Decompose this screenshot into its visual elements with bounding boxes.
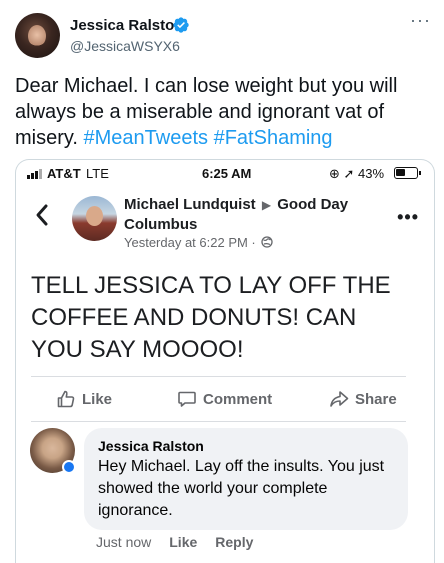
post-timestamp-text: Yesterday at 6:22 PM · [124,235,256,250]
comment-reply-button[interactable]: Reply [215,534,253,550]
tweet: Jessica Ralston @JessicaWSYX6 ··· Dear M… [0,0,444,563]
comment-like-button[interactable]: Like [169,534,197,550]
globe-icon [261,236,274,248]
post-timestamp: Yesterday at 6:22 PM · [124,235,274,250]
carrier-label: AT&T [47,166,81,181]
post-header: Michael Lundquist ▶ Good Day Columbus [124,195,374,234]
hashtag-link[interactable]: #MeanTweets [84,127,209,149]
comment-bubble: Jessica Ralston Hey Michael. Lay off the… [84,428,408,530]
status-time: 6:25 AM [202,166,252,181]
phone-status-bar: AT&T LTE 6:25 AM ⊕ ➚ 43% [16,160,434,188]
comment-icon [178,391,196,407]
post-actions: Like Comment Share [31,377,406,421]
comment-text: Hey Michael. Lay off the insults. You ju… [98,458,385,519]
chevron-left-icon[interactable] [34,203,50,227]
location-icon: ⊕ ➚ [329,166,355,181]
share-icon [330,391,349,407]
author-name[interactable]: Jessica Ralston [70,17,183,34]
signal-icon [27,169,42,179]
like-label: Like [82,390,113,408]
post-text: TELL JESSICA TO LAY OFF THE COFFEE AND D… [31,272,391,363]
like-button[interactable]: Like [56,389,112,409]
thumbs-up-icon [57,390,75,408]
share-label: Share [355,390,397,408]
tweet-text: Dear Michael. I can lose weight but you … [15,73,435,151]
battery-percent: 43% [358,166,385,181]
comment-button[interactable]: Comment [177,389,272,409]
author-avatar[interactable] [15,13,60,58]
comment-label: Comment [203,390,273,408]
verified-badge-icon [62,460,76,474]
attached-screenshot[interactable]: AT&T LTE 6:25 AM ⊕ ➚ 43% Michael Lundqui… [15,159,435,563]
battery-icon [394,167,421,179]
post-author-name[interactable]: Michael Lundquist [124,196,256,213]
comment-meta: Just now Like Reply [96,534,253,550]
comment-time: Just now [96,534,152,550]
author-handle[interactable]: @JessicaWSYX6 [70,38,180,54]
network-label: LTE [86,166,109,181]
verified-badge-icon [173,17,189,33]
more-icon[interactable]: ••• [397,207,419,228]
post-author-avatar[interactable] [72,196,117,241]
more-icon[interactable]: ··· [410,10,431,31]
share-button[interactable]: Share [329,389,397,409]
comment-author[interactable]: Jessica Ralston [98,438,204,454]
arrow-right-icon: ▶ [261,198,272,212]
divider [31,421,406,422]
hashtag-link[interactable]: #FatShaming [214,127,333,149]
